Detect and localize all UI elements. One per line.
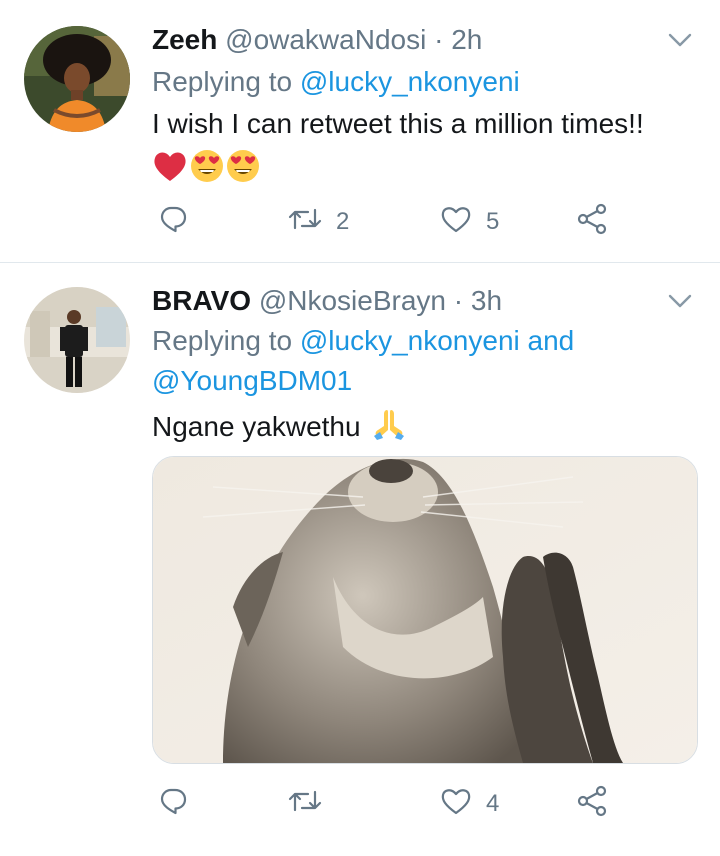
reply-icon bbox=[158, 786, 188, 823]
like-icon bbox=[440, 786, 472, 823]
red-heart-icon bbox=[152, 149, 188, 183]
timestamp[interactable]: 3h bbox=[471, 285, 502, 316]
tweet[interactable]: BRAVO @NkosieBrayn · 3h Replying to @luc… bbox=[0, 263, 720, 856]
replying-to: Replying to @lucky_nkonyeni bbox=[152, 62, 692, 102]
tweet-text: Ngane yakwethu bbox=[152, 411, 361, 442]
tweet[interactable]: Zeeh @owakwaNdosi · 2h Replying to @luck… bbox=[0, 0, 720, 263]
share-icon bbox=[576, 785, 608, 824]
heart-eyes-icon bbox=[190, 149, 224, 183]
heart-eyes-icon bbox=[226, 149, 260, 183]
share-button[interactable] bbox=[576, 202, 608, 242]
retweet-count: 2 bbox=[336, 208, 350, 235]
like-button[interactable]: 5 bbox=[440, 202, 499, 242]
tweet-actions: 4 bbox=[152, 784, 622, 824]
like-count: 5 bbox=[486, 208, 500, 235]
mention-link[interactable]: @lucky_nkonyeni bbox=[300, 66, 520, 97]
tweet-actions: 2 5 bbox=[152, 202, 622, 242]
replying-to: Replying to @lucky_nkonyeni and @YoungBD… bbox=[152, 321, 692, 401]
tweet-header: Zeeh @owakwaNdosi · 2h bbox=[152, 22, 482, 58]
chevron-down-icon[interactable] bbox=[666, 287, 694, 315]
tweet-media-image[interactable] bbox=[152, 456, 698, 764]
folded-hands-icon bbox=[372, 408, 406, 451]
mention-link[interactable]: @YoungBDM01 bbox=[152, 365, 352, 396]
reply-icon bbox=[158, 204, 188, 241]
share-button[interactable] bbox=[576, 784, 608, 824]
share-icon bbox=[576, 203, 608, 242]
display-name[interactable]: BRAVO bbox=[152, 285, 251, 316]
reply-button[interactable] bbox=[158, 784, 188, 824]
replying-prefix: Replying to bbox=[152, 325, 293, 356]
like-count: 4 bbox=[486, 790, 500, 817]
avatar[interactable] bbox=[24, 287, 130, 393]
chevron-down-icon[interactable] bbox=[666, 26, 694, 54]
retweet-icon bbox=[288, 786, 322, 823]
mention-link[interactable]: @lucky_nkonyeni bbox=[300, 325, 520, 356]
avatar[interactable] bbox=[24, 26, 130, 132]
like-button[interactable]: 4 bbox=[440, 784, 499, 824]
reply-button[interactable] bbox=[158, 202, 188, 242]
tweet-header: BRAVO @NkosieBrayn · 3h bbox=[152, 283, 502, 319]
timestamp[interactable]: 2h bbox=[451, 24, 482, 55]
retweet-button[interactable]: 2 bbox=[288, 202, 349, 242]
replying-prefix: Replying to bbox=[152, 66, 293, 97]
like-icon bbox=[440, 204, 472, 241]
tweet-text-row: Ngane yakwethu bbox=[152, 407, 697, 451]
tweet-text: I wish I can retweet this a million time… bbox=[152, 108, 644, 139]
retweet-button[interactable] bbox=[288, 784, 322, 824]
display-name[interactable]: Zeeh bbox=[152, 24, 217, 55]
replying-and[interactable]: and bbox=[528, 325, 575, 356]
separator: · bbox=[453, 285, 464, 316]
separator: · bbox=[434, 24, 444, 55]
user-handle[interactable]: @owakwaNdosi bbox=[225, 24, 426, 55]
emoji-row bbox=[152, 146, 260, 186]
retweet-icon bbox=[288, 204, 322, 241]
user-handle[interactable]: @NkosieBrayn bbox=[259, 285, 446, 316]
